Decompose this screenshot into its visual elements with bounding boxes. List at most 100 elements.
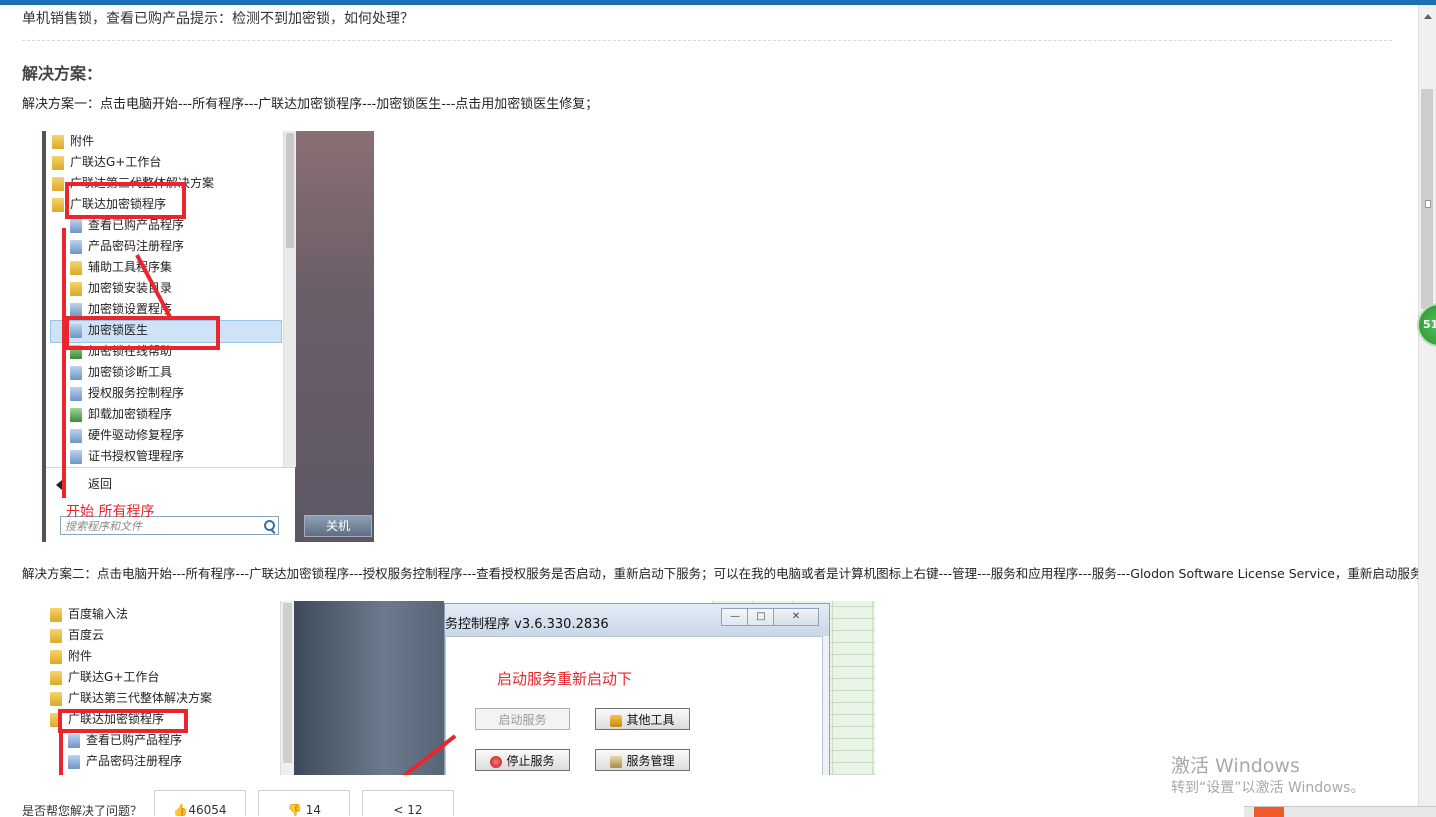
back-row <box>46 468 295 501</box>
folder-icon <box>52 155 64 170</box>
dialog-title: 务控制程序 v3.6.330.2836 <box>445 617 609 632</box>
folder-icon <box>50 607 62 622</box>
program-list-2-item-label: 产品密码注册程序 <box>86 754 183 768</box>
program-list-item: 辅助工具程序集 <box>70 257 172 278</box>
program-list-item-label: 辅助工具程序集 <box>88 260 173 274</box>
tool-icon <box>70 407 82 422</box>
program-list-item: 卸载加密锁程序 <box>70 404 172 425</box>
app-icon <box>70 428 82 443</box>
program-list-item: 授权服务控制程序 <box>70 383 184 404</box>
app-icon <box>70 365 82 380</box>
program-list-2-item: 百度输入法 <box>50 604 128 625</box>
other-tools-button: 其他工具 <box>595 708 690 730</box>
program-list-item: 附件 <box>52 131 94 152</box>
program-list-2-scrollbar <box>280 601 295 775</box>
service-control-screenshot: 百度输入法 百度云 附件 广联达G+工作台 广联达第三代整体解决方案 广联达加密锁程序 查看… <box>42 601 875 775</box>
share-button[interactable]: < 12 <box>362 790 454 816</box>
program-list-2-item: 广联达第三代整体解决方案 <box>50 688 212 709</box>
program-list-2-item: 产品密码注册程序 <box>68 751 182 772</box>
solution-two-text: 解决方案二：点击电脑开始---所有程序---广联达加密锁程序---授权服务控制程… <box>22 566 1418 581</box>
folder-icon <box>52 197 64 212</box>
dislike-count: 14 <box>305 803 322 816</box>
app-icon <box>70 239 82 254</box>
folder-icon <box>50 691 62 706</box>
page-scrollbar[interactable] <box>1418 5 1436 816</box>
windows-activation-hint: 转到“设置”以激活 Windows。 <box>1171 780 1365 796</box>
app-icon <box>70 386 82 401</box>
program-list-item-label: 加密锁设置程序 <box>88 302 173 316</box>
start-service-button: 启动服务 <box>475 708 570 730</box>
like-button[interactable]: 👍46054 <box>154 790 246 816</box>
question-title: 单机销售锁，查看已购产品提示：检测不到加密锁，如何处理？ <box>22 11 414 27</box>
program-list-item: 广联达G+工作台 <box>52 152 161 173</box>
program-list-2-item: 附件 <box>50 646 92 667</box>
folder-icon <box>50 649 62 664</box>
helpful-question: 是否帮您解决了问题？ <box>22 804 143 816</box>
shutdown-button: 关机 <box>304 515 372 537</box>
stop-icon <box>490 755 503 768</box>
folder-icon <box>70 260 82 275</box>
program-list-item: 硬件驱动修复程序 <box>70 425 184 446</box>
stop-service-label: 停止服务 <box>506 754 555 768</box>
program-list-item-label: 授权服务控制程序 <box>88 386 185 400</box>
annotation-arrow-up-2 <box>59 733 63 775</box>
article-content: 单机销售锁，查看已购产品提示：检测不到加密锁，如何处理？ 解决方案： 解决方案一… <box>0 5 1418 816</box>
scroll-up-icon[interactable] <box>1424 14 1432 19</box>
maximize-icon: □ <box>747 608 775 626</box>
program-list-2-item-label: 百度云 <box>68 628 105 642</box>
corner-widget <box>1244 806 1436 817</box>
solution-one-text: 解决方案一：点击电脑开始---所有程序---广联达加密锁程序---加密锁医生--… <box>22 97 599 112</box>
divider <box>22 40 1392 41</box>
program-list-item-label: 附件 <box>70 134 95 148</box>
annotation-arrow-up <box>62 228 66 498</box>
program-list-scrollbar <box>283 131 296 467</box>
windows-activation-title: 激活 Windows <box>1171 755 1300 777</box>
start-menu-right-panel <box>295 131 374 542</box>
program-list-item: 加密锁诊断工具 <box>70 362 172 383</box>
annotation-box-program-2 <box>58 709 188 733</box>
dislike-button[interactable]: 👎 14 <box>258 790 350 816</box>
app-icon <box>70 218 82 233</box>
folder-icon <box>52 134 64 149</box>
back-label: 返回 <box>88 477 113 491</box>
service-manage-button: 服务管理 <box>595 749 690 771</box>
like-count: 46054 <box>188 803 227 816</box>
program-list-2-item: 百度云 <box>50 625 104 646</box>
folder-icon <box>70 281 82 296</box>
thumbs-up-icon: 👍 <box>173 803 189 816</box>
share-count: 12 <box>407 803 423 816</box>
dialog-annotation: 启动服务重新启动下 <box>497 670 633 688</box>
thumbs-down-icon: 👎 <box>286 803 302 816</box>
start-menu-screenshot: 附件 广联达G+工作台 广联达第三代整体解决方案 广联达加密锁程序 查看已购产品程序 产品… <box>42 131 374 542</box>
program-list-item-label: 硬件驱动修复程序 <box>88 428 185 442</box>
program-list-item-label: 证书授权管理程序 <box>88 449 185 463</box>
solution-heading: 解决方案： <box>22 64 103 83</box>
program-list-item: 证书授权管理程序 <box>70 446 184 467</box>
program-list-2-item-label: 查看已购产品程序 <box>86 733 183 747</box>
app-icon <box>70 449 82 464</box>
program-list-2-item: 查看已购产品程序 <box>68 730 182 751</box>
program-list-item-label: 广联达G+工作台 <box>70 155 162 169</box>
service-control-dialog: 务控制程序 v3.6.330.2836 — □ ✕ 启动服务重新启动下 启动服务… <box>444 603 830 775</box>
program-list-2-item: 广联达G+工作台 <box>50 667 159 688</box>
program-list-2-item-label: 广联达第三代整体解决方案 <box>68 691 213 705</box>
manage-icon <box>610 755 623 768</box>
folder-icon <box>50 628 62 643</box>
program-list-2-item-label: 附件 <box>68 649 93 663</box>
folder-icon <box>52 176 64 191</box>
annotation-start-all-programs: 开始 所有程序 <box>66 504 155 520</box>
app-icon <box>68 733 80 748</box>
program-list-2-item-label: 百度输入法 <box>68 607 129 621</box>
app-icon <box>68 754 80 769</box>
program-list-item-label: 卸载加密锁程序 <box>88 407 173 421</box>
other-tools-label: 其他工具 <box>626 713 675 727</box>
share-icon: < <box>393 803 404 816</box>
scroll-thumb[interactable] <box>1421 89 1433 309</box>
stop-service-button: 停止服务 <box>475 749 570 771</box>
program-list-item: 产品密码注册程序 <box>70 236 184 257</box>
folder-icon <box>50 670 62 685</box>
annotation-box-program <box>65 182 186 219</box>
service-manage-label: 服务管理 <box>626 754 675 768</box>
close-icon: ✕ <box>773 608 819 626</box>
background-window <box>294 601 444 775</box>
